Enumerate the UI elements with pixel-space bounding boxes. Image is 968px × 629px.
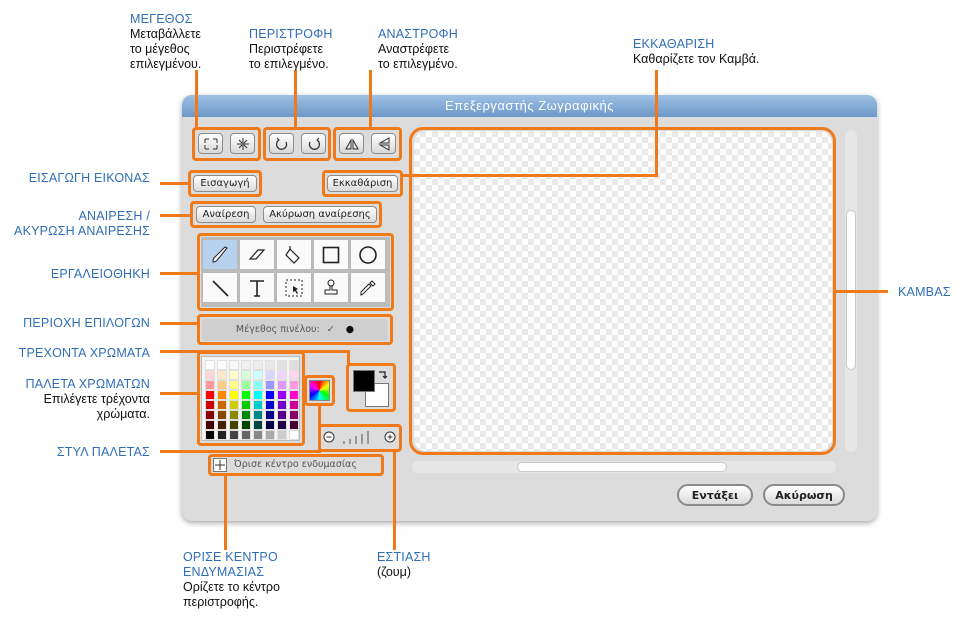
size-annotation-desc: το μέγεθος — [130, 42, 190, 56]
clear-annotation: ΕΚΚΑΘΑΡΙΣΗ Καθαρίζετε τον Καμβά. — [633, 37, 759, 67]
size-annotation-desc: Μεταβάλλετε — [130, 27, 201, 41]
clear-connector-horizontal — [402, 174, 658, 177]
toolbox-annotation-title: ΕΡΓΑΛΕΙΟΘΗΚΗ — [50, 267, 150, 281]
cancel-button[interactable]: Ακύρωση — [763, 484, 845, 506]
palette-style-connector-vertical — [318, 405, 321, 453]
rotate-annotation-title: ΠΕΡΙΣΤΡΟΦΗ — [249, 27, 333, 41]
set-center-annotation-title: ΕΝΔΥΜΑΣΙΑΣ — [183, 565, 265, 579]
size-callout-box — [192, 127, 261, 161]
palette-callout-box — [197, 351, 305, 446]
flip-annotation-title: ΑΝΑΣΤΡΟΦΗ — [378, 27, 458, 41]
undo-connector — [160, 214, 191, 217]
import-annotation-title: ΕΙΣΑΓΩΓΗ ΕΙΚΟΝΑΣ — [28, 171, 150, 185]
current-colors-annotation-title: ΤΡΕΧΟΝΤΑ ΧΡΩΜΑΤΑ — [18, 346, 150, 360]
options-connector — [160, 322, 198, 325]
undo-annotation: ΑΝΑΙΡΕΣΗ / ΑΚΥΡΩΣΗ ΑΝΑΙΡΕΣΗΣ — [10, 209, 150, 239]
set-center-annotation-title: ΟΡΙΣΕ ΚΕΝΤΡΟ — [183, 550, 278, 564]
rotate-annotation-desc: το επιλεγμένο. — [249, 57, 329, 71]
set-center-callout-box — [208, 454, 384, 476]
current-colors-callout-box — [346, 363, 396, 412]
set-center-annotation-desc: Ορίζετε το κέντρο — [183, 580, 280, 594]
set-center-connector — [224, 475, 227, 550]
current-colors-connector-vertical — [347, 350, 350, 364]
clear-connector-vertical — [655, 70, 658, 176]
window-title: Επεξεργαστής Ζωγραφικής — [182, 95, 877, 117]
zoom-annotation: ΕΣΤΙΑΣΗ (ζουμ) — [377, 550, 431, 580]
canvas-connector — [835, 290, 888, 293]
rotate-callout-box — [263, 127, 331, 161]
undo-annotation-title: ΑΝΑΙΡΕΣΗ / — [78, 209, 150, 223]
rotate-annotation-desc: Περιστρέφετε — [249, 42, 324, 56]
toolbox-callout-box — [197, 233, 394, 311]
import-callout-box — [188, 170, 262, 197]
flip-annotation-desc: το επιλεγμένο. — [378, 57, 458, 71]
clear-annotation-desc: Καθαρίζετε τον Καμβά. — [633, 52, 760, 66]
import-connector — [160, 182, 189, 185]
clear-callout-box — [322, 170, 403, 197]
zoom-connector — [393, 451, 396, 550]
palette-connector — [160, 392, 198, 395]
ok-button[interactable]: Εντάξει — [677, 484, 753, 506]
options-callout-box — [197, 314, 393, 345]
current-colors-connector-horizontal — [160, 350, 350, 353]
toolbox-connector — [160, 272, 198, 275]
set-center-annotation: ΟΡΙΣΕ ΚΕΝΤΡΟ ΕΝΔΥΜΑΣΙΑΣ Ορίζετε το κέντρ… — [183, 550, 280, 610]
canvas-annotation-title: ΚΑΜΒΑΣ — [898, 285, 951, 299]
flip-annotation-desc: Αναστρέφετε — [378, 42, 450, 56]
palette-annotation-desc: χρώματα. — [96, 407, 150, 421]
horizontal-scroll-thumb[interactable] — [517, 462, 727, 472]
horizontal-scrollbar[interactable] — [412, 461, 836, 473]
size-annotation-desc: επιλεγμένου. — [130, 57, 202, 71]
palette-style-connector-horizontal — [160, 450, 320, 453]
set-center-annotation-desc: περιστροφής. — [183, 595, 259, 609]
rotate-annotation: ΠΕΡΙΣΤΡΟΦΗ Περιστρέφετε το επιλεγμένο. — [249, 27, 333, 72]
palette-style-callout-box — [304, 375, 335, 406]
flip-connector — [369, 70, 372, 128]
flip-annotation: ΑΝΑΣΤΡΟΦΗ Αναστρέφετε το επιλεγμένο. — [378, 27, 458, 72]
zoom-annotation-desc: (ζουμ) — [377, 565, 411, 579]
palette-style-annotation-title: ΣΤΥΛ ΠΑΛΕΤΑΣ — [56, 445, 150, 459]
palette-annotation-desc: Επιλέγετε τρέχοντα — [43, 392, 150, 406]
size-annotation-title: ΜΕΓΕΘΟΣ — [130, 12, 193, 26]
palette-annotation: ΠΑΛΕΤΑ ΧΡΩΜΑΤΩΝ Επιλέγετε τρέχοντα χρώμα… — [10, 377, 150, 422]
zoom-annotation-title: ΕΣΤΙΑΣΗ — [377, 550, 431, 564]
clear-annotation-title: ΕΚΚΑΘΑΡΙΣΗ — [633, 37, 715, 51]
size-annotation: ΜΕΓΕΘΟΣ Μεταβάλλετε το μέγεθος επιλεγμέν… — [130, 12, 201, 72]
options-annotation-title: ΠΕΡΙΟΧΗ ΕΠΙΛΟΓΩΝ — [23, 316, 150, 330]
palette-annotation-title: ΠΑΛΕΤΑ ΧΡΩΜΑΤΩΝ — [25, 377, 150, 391]
flip-callout-box — [333, 127, 402, 161]
zoom-callout-box — [318, 424, 402, 452]
undo-callout-box — [190, 201, 382, 228]
size-connector — [195, 70, 198, 128]
undo-annotation-title: ΑΚΥΡΩΣΗ ΑΝΑΙΡΕΣΗΣ — [14, 224, 150, 238]
rotate-connector — [294, 70, 297, 128]
